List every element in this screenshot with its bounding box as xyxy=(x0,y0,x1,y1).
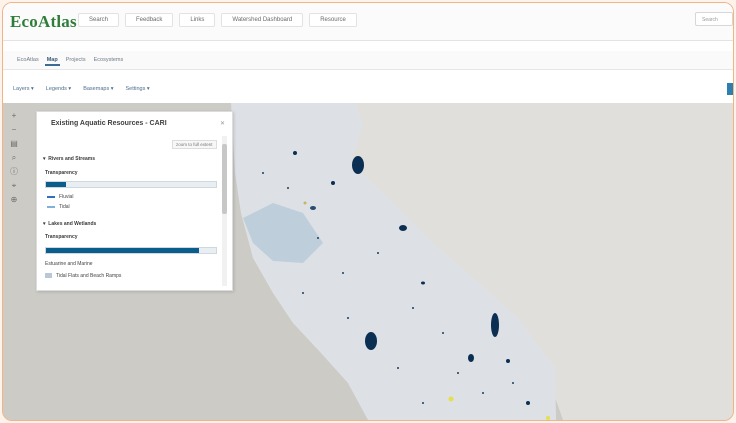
highlight-marker-1 xyxy=(448,396,454,402)
layer-lakes-wetlands[interactable]: ▾ Lakes and Wetlands xyxy=(43,221,96,227)
lake-11 xyxy=(526,401,530,405)
expand-icon[interactable]: ▾ xyxy=(43,221,46,227)
map-toolbar: Layers ▾ Legends ▾ Basemaps ▾ Settings ▾ xyxy=(3,77,733,104)
toolbar-action-button[interactable] xyxy=(727,83,733,95)
settings-menu[interactable]: Settings ▾ xyxy=(125,86,149,92)
lake-5 xyxy=(468,354,474,362)
nav-item-resource[interactable]: Resource xyxy=(309,13,357,27)
layer-rivers-streams[interactable]: ▾ Rivers and Streams xyxy=(43,156,95,162)
app-frame: EcoAtlas Search Feedback Links Watershed… xyxy=(2,2,734,421)
subgroup-label: Estuarine and Marine xyxy=(45,261,93,267)
tab-ecosystems[interactable]: Ecosystems xyxy=(92,56,126,66)
map-controls: + − ▤ ⌕ ⓘ ⌖ ⊕ xyxy=(7,111,21,204)
panel-title: Existing Aquatic Resources - CARI xyxy=(51,120,167,127)
basemaps-menu[interactable]: Basemaps ▾ xyxy=(83,86,113,92)
nav-item-links[interactable]: Links xyxy=(179,13,216,27)
breadcrumb: EcoAtlas Map Projects Ecosystems xyxy=(3,51,733,70)
layer-label: Rivers and Streams xyxy=(48,156,95,162)
transparency-slider-fill xyxy=(46,182,67,187)
info-icon[interactable]: ⓘ xyxy=(10,167,18,176)
lake-7 xyxy=(293,151,297,155)
lake-2 xyxy=(399,225,407,231)
tab-ecoatlas[interactable]: EcoAtlas xyxy=(15,56,41,66)
layer-label: Lakes and Wetlands xyxy=(48,221,97,227)
transparency-label: Transparency xyxy=(45,234,78,240)
top-header: EcoAtlas Search Feedback Links Watershed… xyxy=(3,3,733,41)
tab-projects[interactable]: Projects xyxy=(64,56,88,66)
zoom-out-icon[interactable]: − xyxy=(12,125,17,134)
nav-item-feedback[interactable]: Feedback xyxy=(125,13,174,27)
nav-item-search[interactable]: Search xyxy=(78,13,120,27)
panel-scrollbar-thumb[interactable] xyxy=(222,144,227,214)
transparency-slider-fill xyxy=(46,248,199,253)
lake-9 xyxy=(331,181,335,185)
measure-icon[interactable]: ▤ xyxy=(10,139,18,148)
top-nav: Search Feedback Links Watershed Dashboar… xyxy=(78,13,363,27)
legend-item-tidal: Tidal xyxy=(47,204,70,210)
lake-8 xyxy=(310,206,316,210)
tab-map[interactable]: Map xyxy=(44,56,60,66)
lake-6 xyxy=(506,359,510,363)
layer-tidal-flats[interactable]: Tidal Flats and Beach Ramps xyxy=(45,273,121,279)
transparency-slider[interactable] xyxy=(45,181,217,188)
search-map-icon[interactable]: ⌕ xyxy=(12,153,16,162)
globe-icon[interactable]: ⊕ xyxy=(11,195,18,204)
layer-panel: Existing Aquatic Resources - CARI ✕ zoom… xyxy=(36,111,233,291)
lake-3 xyxy=(365,332,377,350)
expand-icon[interactable]: ▾ xyxy=(43,156,46,162)
search-input[interactable]: Search xyxy=(695,12,733,26)
panel-scrollbar[interactable] xyxy=(222,136,227,286)
app-logo[interactable]: EcoAtlas xyxy=(10,12,77,32)
zoom-in-icon[interactable]: + xyxy=(12,111,17,120)
transparency-label: Transparency xyxy=(45,170,78,176)
layers-menu[interactable]: Layers ▾ xyxy=(13,86,34,92)
transparency-slider[interactable] xyxy=(45,247,217,254)
nav-item-watershed-dashboard[interactable]: Watershed Dashboard xyxy=(221,13,304,27)
zoom-extent-link[interactable]: zoom to full extent xyxy=(172,140,217,149)
lake-1 xyxy=(352,156,364,174)
legends-menu[interactable]: Legends ▾ xyxy=(46,86,71,92)
close-icon[interactable]: ✕ xyxy=(220,120,225,127)
lake-4 xyxy=(491,313,499,337)
lake-10 xyxy=(421,281,425,285)
highlight-marker-2 xyxy=(546,416,550,420)
legend-item-fluvial: Fluvial xyxy=(47,194,73,200)
pin-icon[interactable]: ⌖ xyxy=(12,181,17,190)
highlight-marker-3 xyxy=(303,201,307,205)
